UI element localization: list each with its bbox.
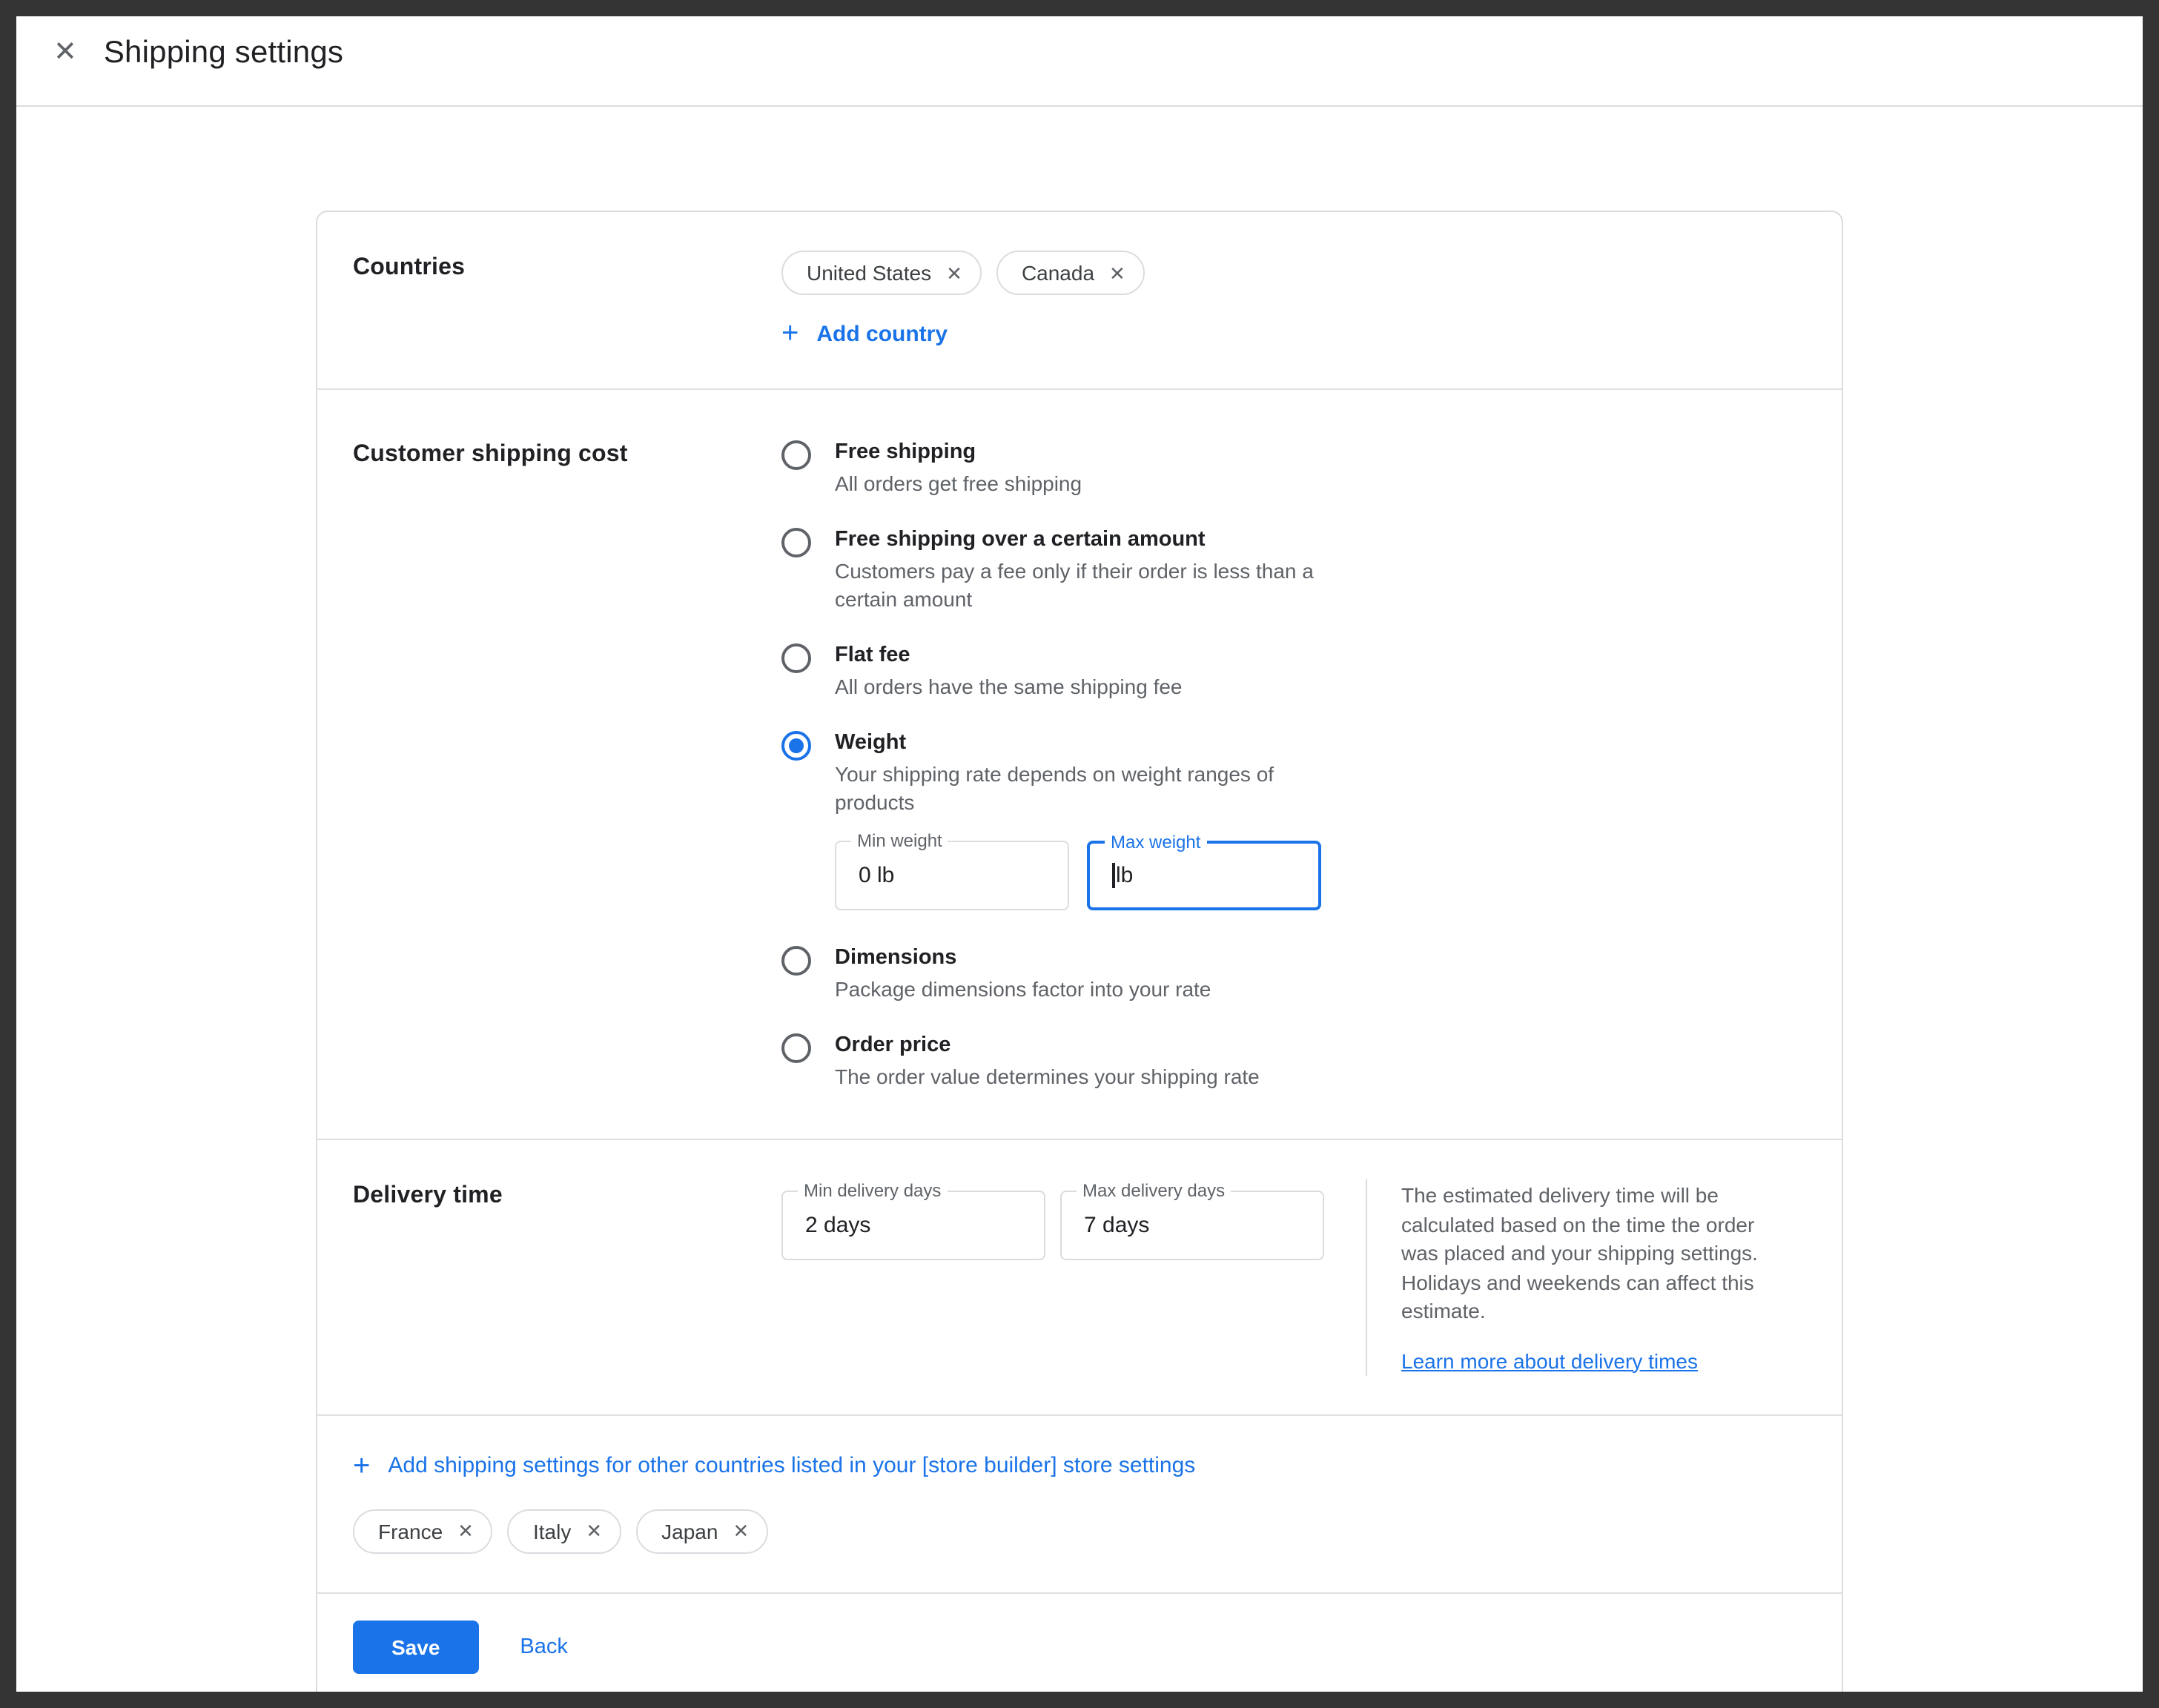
footer-actions: Save Back [317, 1592, 1842, 1706]
option-desc: All orders get free shipping [835, 470, 1082, 498]
radio-option-free-over-amount[interactable]: Free shipping over a certain amount Cust… [781, 525, 1806, 614]
save-button[interactable]: Save [353, 1620, 478, 1673]
countries-content: United States ✕ Canada ✕ + Add country [781, 251, 1806, 350]
countries-section: Countries United States ✕ Canada ✕ + [317, 212, 1842, 388]
plus-icon: + [781, 319, 799, 348]
plus-icon: + [353, 1451, 370, 1480]
delivery-time-label: Delivery time [353, 1179, 781, 1375]
option-desc: Customers pay a fee only if their order … [835, 557, 1324, 614]
dialog-header: ✕ Shipping settings [0, 0, 2159, 107]
remove-country-icon[interactable]: ✕ [946, 263, 962, 282]
remove-country-icon[interactable]: ✕ [586, 1521, 602, 1540]
delivery-time-note: The estimated delivery time will be calc… [1401, 1179, 1796, 1375]
text-caret [1112, 864, 1114, 889]
min-delivery-days-field[interactable]: Min delivery days 2 days [781, 1191, 1045, 1260]
other-countries-section: + Add shipping settings for other countr… [317, 1414, 1842, 1592]
radio-option-dimensions[interactable]: Dimensions Package dimensions factor int… [781, 943, 1806, 1004]
max-weight-field-label: Max weight [1105, 832, 1206, 854]
countries-label: Countries [353, 251, 781, 350]
shipping-cost-label: Customer shipping cost [353, 437, 781, 1091]
remove-country-icon[interactable]: ✕ [733, 1521, 749, 1540]
weight-fields: Min weight 0 lb Max weight lb [835, 841, 1324, 910]
country-chip-canada[interactable]: Canada ✕ [996, 251, 1145, 295]
remove-country-icon[interactable]: ✕ [1109, 263, 1125, 282]
radio-option-free-shipping[interactable]: Free shipping All orders get free shippi… [781, 437, 1806, 498]
chip-label: Canada [1022, 261, 1094, 285]
chip-label: United States [807, 261, 931, 285]
option-desc: All orders have the same shipping fee [835, 673, 1183, 701]
shipping-settings-card: Countries United States ✕ Canada ✕ + [316, 211, 1843, 1707]
min-weight-field-label: Min weight [851, 830, 948, 853]
delivery-time-section: Delivery time Min delivery days 2 days M… [317, 1139, 1842, 1414]
radio-icon[interactable] [781, 440, 811, 470]
add-other-countries-button[interactable]: + Add shipping settings for other countr… [353, 1451, 1195, 1480]
radio-option-weight[interactable]: Weight Your shipping rate depends on wei… [781, 728, 1806, 916]
country-chip-italy[interactable]: Italy ✕ [508, 1509, 621, 1553]
min-delivery-days-value: 2 days [805, 1213, 870, 1238]
delivery-note-text: The estimated delivery time will be calc… [1401, 1182, 1796, 1326]
max-weight-field[interactable]: Max weight lb [1087, 841, 1321, 910]
chip-label: France [378, 1519, 443, 1543]
option-desc: The order value determines your shipping… [835, 1063, 1260, 1091]
back-button[interactable]: Back [520, 1635, 568, 1658]
chip-label: Italy [533, 1519, 571, 1543]
radio-icon[interactable] [781, 643, 811, 673]
country-chip-united-states[interactable]: United States ✕ [781, 251, 982, 295]
option-title: Flat fee [835, 640, 1183, 672]
radio-icon[interactable] [781, 528, 811, 557]
option-desc: Your shipping rate depends on weight ran… [835, 761, 1324, 817]
chip-label: Japan [661, 1519, 718, 1543]
main-content: Countries United States ✕ Canada ✕ + [0, 107, 2159, 1707]
country-chip-france[interactable]: France ✕ [353, 1509, 493, 1553]
min-delivery-days-label: Min delivery days [798, 1180, 947, 1202]
add-country-label: Add country [816, 321, 948, 346]
radio-icon[interactable] [781, 946, 811, 976]
country-chip-japan[interactable]: Japan ✕ [636, 1509, 768, 1553]
add-other-countries-label: Add shipping settings for other countrie… [388, 1453, 1195, 1478]
shipping-cost-options: Free shipping All orders get free shippi… [781, 437, 1806, 1091]
vertical-divider [1366, 1179, 1367, 1375]
radio-option-order-price[interactable]: Order price The order value determines y… [781, 1030, 1806, 1091]
radio-icon[interactable] [781, 731, 811, 761]
min-weight-field-value: 0 lb [859, 863, 894, 888]
max-delivery-days-field[interactable]: Max delivery days 7 days [1060, 1191, 1324, 1260]
min-weight-field[interactable]: Min weight 0 lb [835, 841, 1069, 910]
option-title: Free shipping over a certain amount [835, 525, 1324, 556]
country-chip-list: United States ✕ Canada ✕ [781, 251, 1806, 295]
delivery-day-fields: Min delivery days 2 days Max delivery da… [781, 1191, 1324, 1260]
max-delivery-days-value: 7 days [1084, 1213, 1149, 1238]
max-delivery-days-label: Max delivery days [1077, 1180, 1231, 1202]
page-title: Shipping settings [104, 35, 343, 70]
option-title: Weight [835, 728, 1324, 759]
remove-country-icon[interactable]: ✕ [457, 1521, 474, 1540]
delivery-time-content: Min delivery days 2 days Max delivery da… [781, 1179, 1806, 1375]
other-country-chip-list: France ✕ Italy ✕ Japan ✕ [353, 1509, 1806, 1553]
close-icon[interactable]: ✕ [53, 39, 77, 67]
add-country-button[interactable]: + Add country [781, 319, 948, 348]
option-title: Free shipping [835, 437, 1082, 469]
shipping-cost-section: Customer shipping cost Free shipping All… [317, 388, 1842, 1139]
max-weight-field-value: lb [1112, 862, 1133, 888]
option-desc: Package dimensions factor into your rate [835, 976, 1211, 1004]
radio-option-flat-fee[interactable]: Flat fee All orders have the same shippi… [781, 640, 1806, 701]
radio-icon[interactable] [781, 1033, 811, 1063]
option-title: Order price [835, 1030, 1260, 1062]
app-window: ✕ Shipping settings Countries United Sta… [0, 0, 2159, 1708]
learn-more-link[interactable]: Learn more about delivery times [1401, 1348, 1698, 1372]
option-title: Dimensions [835, 943, 1211, 974]
